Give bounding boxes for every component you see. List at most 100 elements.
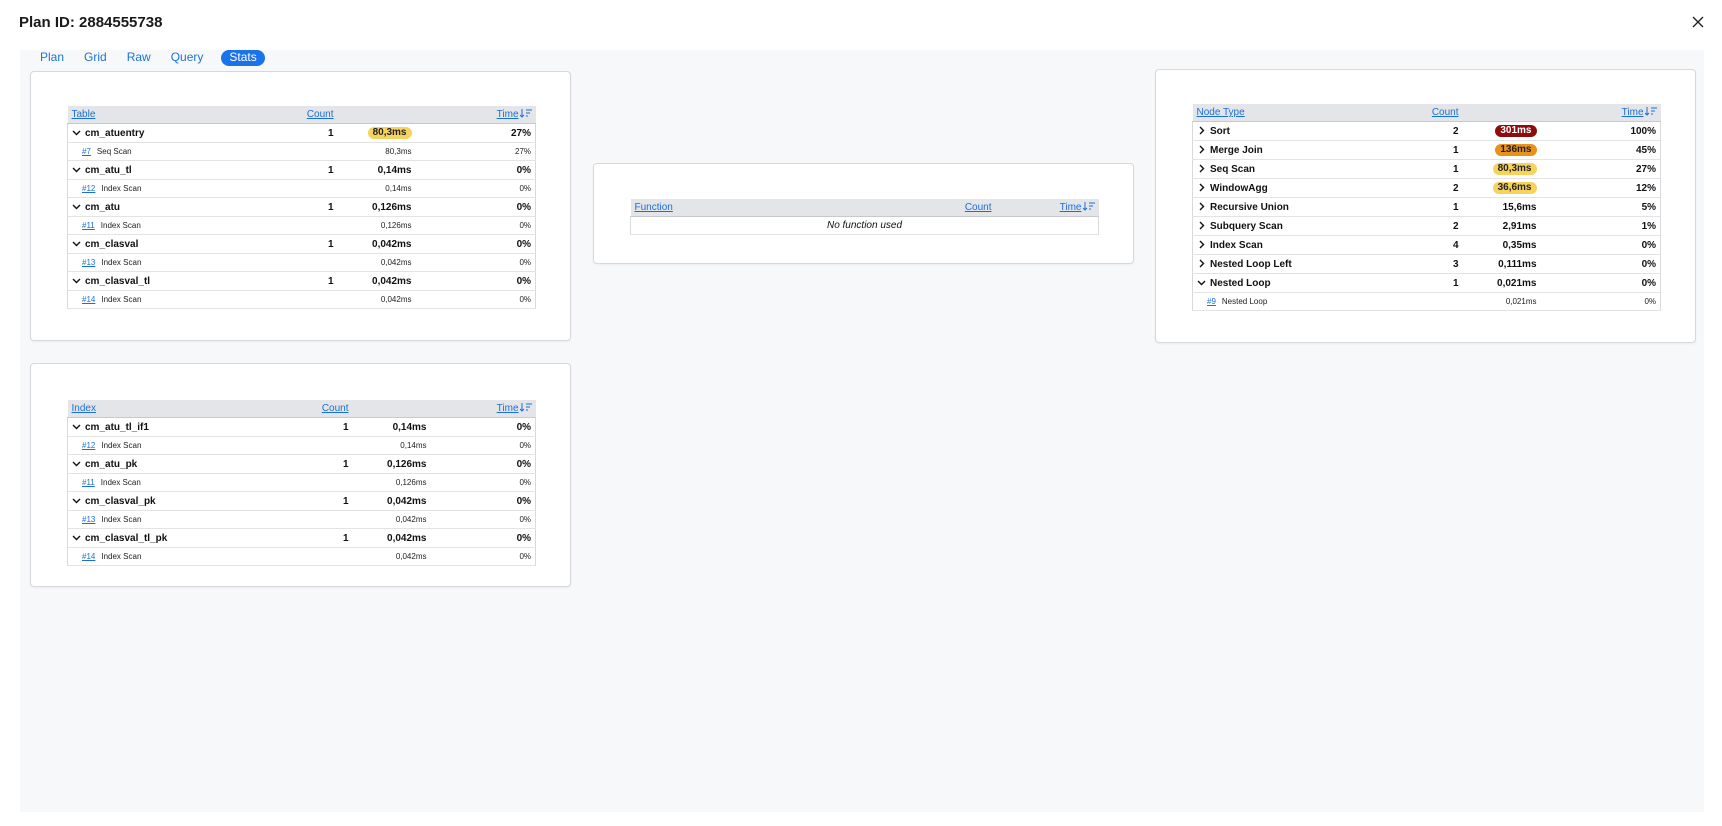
tab-plan[interactable]: Plan (30, 50, 74, 66)
stats-row[interactable]: Merge Join 1 136ms 45% (1192, 140, 1662, 160)
row-name-cell[interactable]: Subquery Scan (1192, 216, 1408, 236)
tab-raw[interactable]: Raw (117, 50, 161, 66)
stats-row[interactable]: Sort 2 301ms 100% (1192, 121, 1662, 141)
row-name-cell[interactable]: cm_clasval_tl_pk (67, 528, 283, 548)
time-badge: 301ms (1495, 125, 1537, 137)
node-link[interactable]: #13 (82, 258, 95, 267)
stats-row[interactable]: cm_clasval_pk 1 0,042ms 0% (67, 491, 537, 511)
close-icon (1692, 16, 1704, 28)
node-link[interactable]: #14 (82, 552, 95, 561)
sort-time-link[interactable]: Time (1060, 202, 1082, 213)
sort-count-link[interactable]: Count (965, 202, 992, 213)
stats-subrow: #14 Index Scan 0,042ms 0% (67, 290, 537, 309)
chevron-right-icon[interactable] (1197, 202, 1206, 211)
chevron-right-icon[interactable] (1197, 126, 1206, 135)
chevron-down-icon[interactable] (72, 276, 81, 285)
chevron-right-icon[interactable] (1197, 164, 1206, 173)
row-name-cell[interactable]: cm_atu_pk (67, 454, 283, 474)
close-button[interactable] (1688, 12, 1708, 32)
node-link[interactable]: #13 (82, 515, 95, 524)
chevron-right-icon[interactable] (1197, 221, 1206, 230)
tab-grid[interactable]: Grid (74, 50, 117, 66)
tab-stats[interactable]: Stats (221, 50, 265, 66)
sort-time-link[interactable]: Time (1622, 107, 1644, 118)
sort-count-link[interactable]: Count (307, 109, 334, 120)
chevron-down-icon[interactable] (72, 165, 81, 174)
stats-row[interactable]: Index Scan 4 0,35ms 0% (1192, 235, 1662, 255)
chevron-right-icon[interactable] (1197, 145, 1206, 154)
row-name-cell[interactable]: Nested Loop Left (1192, 254, 1408, 274)
tab-query[interactable]: Query (161, 50, 214, 66)
chevron-down-icon[interactable] (72, 496, 81, 505)
sort-time-link[interactable]: Time (497, 403, 519, 414)
row-percent: 12% (1595, 178, 1662, 198)
stats-row[interactable]: Nested Loop Left 3 0,111ms 0% (1192, 254, 1662, 274)
stats-row[interactable]: cm_atu_tl_if1 1 0,14ms 0% (67, 417, 537, 437)
stats-row[interactable]: Subquery Scan 2 2,91ms 1% (1192, 216, 1662, 236)
chevron-right-icon[interactable] (1197, 183, 1206, 192)
stats-row[interactable]: cm_clasval_tl 1 0,042ms 0% (67, 271, 537, 291)
sort-table-link[interactable]: Table (72, 109, 96, 120)
stats-row[interactable]: Recursive Union 1 15,6ms 5% (1192, 197, 1662, 217)
stats-row[interactable]: cm_atuentry 1 80,3ms 27% (67, 123, 537, 143)
row-time-cell: 80,3ms (337, 123, 416, 143)
row-name-cell[interactable]: cm_atu_tl (67, 160, 283, 180)
row-percent: 0% (470, 197, 537, 217)
row-count: 1 (282, 123, 338, 143)
stats-row[interactable]: WindowAgg 2 36,6ms 12% (1192, 178, 1662, 198)
sort-count-link[interactable]: Count (1432, 107, 1459, 118)
chevron-down-icon[interactable] (72, 533, 81, 542)
sort-index-link[interactable]: Index (72, 403, 96, 414)
sort-time-link[interactable]: Time (497, 109, 519, 120)
row-time-cell: 80,3ms (1462, 159, 1541, 179)
node-link[interactable]: #14 (82, 295, 95, 304)
subrow-percent: 0% (480, 473, 537, 492)
row-count: 1 (1407, 273, 1463, 293)
stats-row[interactable]: Seq Scan 1 80,3ms 27% (1192, 159, 1662, 179)
node-link[interactable]: #12 (82, 441, 95, 450)
chevron-right-icon[interactable] (1197, 240, 1206, 249)
row-name-cell[interactable]: Merge Join (1192, 140, 1408, 160)
sort-function-link[interactable]: Function (635, 202, 673, 213)
stats-row[interactable]: cm_atu 1 0,126ms 0% (67, 197, 537, 217)
node-link[interactable]: #11 (82, 221, 95, 230)
sort-node-type-link[interactable]: Node Type (1197, 107, 1245, 118)
chevron-down-icon[interactable] (72, 128, 81, 137)
row-name-cell[interactable]: Sort (1192, 121, 1408, 141)
row-name-cell[interactable]: cm_clasval (67, 234, 283, 254)
time-column-label: Time (496, 403, 519, 414)
row-name-cell[interactable]: Seq Scan (1192, 159, 1408, 179)
node-link[interactable]: #9 (1207, 297, 1216, 306)
node-link[interactable]: #11 (82, 478, 95, 487)
time-value: 0,021ms (1497, 277, 1537, 289)
sort-desc-icon (519, 403, 532, 412)
row-name-cell[interactable]: cm_clasval_pk (67, 491, 283, 511)
stats-row[interactable]: cm_clasval_tl_pk 1 0,042ms 0% (67, 528, 537, 548)
stats-row[interactable]: Nested Loop 1 0,021ms 0% (1192, 273, 1662, 293)
row-name-cell[interactable]: cm_atuentry (67, 123, 283, 143)
stats-row[interactable]: cm_atu_pk 1 0,126ms 0% (67, 454, 537, 474)
stats-row[interactable]: cm_atu_tl 1 0,14ms 0% (67, 160, 537, 180)
row-name-cell[interactable]: cm_atu_tl_if1 (67, 417, 283, 437)
row-name-cell[interactable]: Nested Loop (1192, 273, 1408, 293)
function-stats-table: Function Count Time No function used (630, 199, 1099, 235)
chevron-right-icon[interactable] (1197, 259, 1206, 268)
chevron-down-icon[interactable] (72, 459, 81, 468)
stats-row[interactable]: cm_clasval 1 0,042ms 0% (67, 234, 537, 254)
node-link[interactable]: #7 (82, 147, 91, 156)
node-link[interactable]: #12 (82, 184, 95, 193)
row-name-cell[interactable]: cm_clasval_tl (67, 271, 283, 291)
row-name-cell[interactable]: WindowAgg (1192, 178, 1408, 198)
row-percent: 0% (480, 528, 537, 548)
chevron-down-icon[interactable] (72, 202, 81, 211)
sort-count-link[interactable]: Count (322, 403, 349, 414)
subrow-percent: 0% (470, 290, 537, 309)
chevron-down-icon[interactable] (72, 422, 81, 431)
chevron-down-icon[interactable] (72, 239, 81, 248)
row-name-cell[interactable]: cm_atu (67, 197, 283, 217)
subrow-label: Index Scan (101, 184, 142, 193)
chevron-down-icon[interactable] (1197, 278, 1206, 287)
row-name-cell[interactable]: Index Scan (1192, 235, 1408, 255)
row-name: Recursive Union (1210, 201, 1289, 213)
row-name-cell[interactable]: Recursive Union (1192, 197, 1408, 217)
